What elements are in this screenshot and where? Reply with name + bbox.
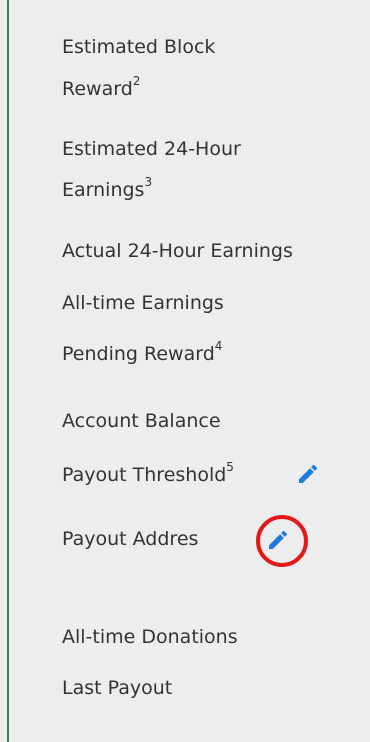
estimated-block-reward-label-line1: Estimated Block xyxy=(62,36,216,58)
estimated-24h-earnings-label-line1: Estimated 24-Hour xyxy=(62,138,241,160)
estimated-24h-earnings-label-text: Earnings xyxy=(62,179,145,201)
pending-reward-label-text: Pending Reward xyxy=(62,343,215,365)
estimated-24h-earnings-label-line2: Earnings3 xyxy=(62,175,152,205)
account-balance-label: Account Balance xyxy=(62,410,221,432)
stats-labels-column: Estimated Block Reward2 Estimated 24-Hou… xyxy=(62,0,370,742)
payout-threshold-footnote: 5 xyxy=(226,459,234,474)
payout-stats-panel: Estimated Block Reward2 Estimated 24-Hou… xyxy=(0,0,370,742)
pending-reward-label: Pending Reward4 xyxy=(62,339,222,369)
payout-address-label: Payout Addres xyxy=(62,528,199,550)
estimated-24h-earnings-footnote: 3 xyxy=(144,174,153,189)
payout-threshold-label: Payout Threshold5 xyxy=(62,460,234,490)
estimated-block-reward-footnote: 2 xyxy=(132,73,141,88)
last-payout-label: Last Payout xyxy=(62,677,173,699)
pending-reward-footnote: 4 xyxy=(214,338,223,353)
estimated-block-reward-label-line2: Reward2 xyxy=(62,74,140,104)
edit-payout-threshold-pencil-icon[interactable] xyxy=(296,462,320,486)
payout-threshold-label-text: Payout Threshold xyxy=(62,464,227,486)
all-time-earnings-label: All-time Earnings xyxy=(62,292,224,314)
estimated-block-reward-label-text: Reward xyxy=(62,78,133,100)
highlight-circle xyxy=(256,515,308,567)
all-time-donations-label: All-time Donations xyxy=(62,626,238,648)
actual-24h-earnings-label: Actual 24-Hour Earnings xyxy=(62,240,293,262)
left-border-rule xyxy=(7,0,9,742)
